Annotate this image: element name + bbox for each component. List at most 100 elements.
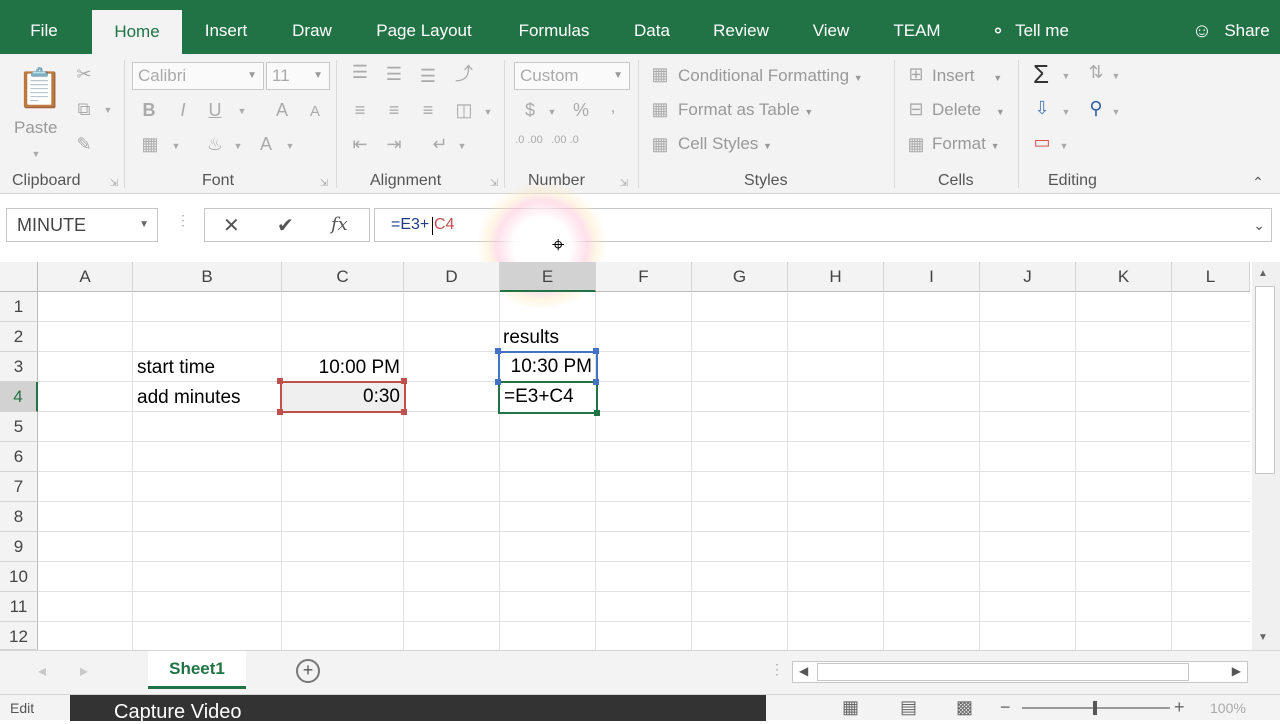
prev-sheet-icon[interactable]: ◂ <box>38 661 46 681</box>
fill-dropdown-icon[interactable]: ▼ <box>1060 102 1072 122</box>
number-format-combo[interactable]: Custom ▼ <box>514 62 630 90</box>
paste-button[interactable]: Paste <box>14 118 57 138</box>
underline-button[interactable]: U <box>206 100 224 120</box>
column-header-g[interactable]: G <box>692 262 788 292</box>
bold-button[interactable]: B <box>140 100 158 120</box>
tab-data[interactable]: Data <box>626 0 678 54</box>
tab-insert[interactable]: Insert <box>194 0 258 54</box>
number-launcher-icon[interactable]: ⇲ <box>618 174 630 194</box>
tab-review[interactable]: Review <box>704 0 778 54</box>
font-size-combo[interactable]: 11 ▼ <box>266 62 330 90</box>
sheet-tab-sheet1[interactable]: Sheet1 <box>148 651 246 689</box>
worksheet-grid[interactable]: A B C D E F G H I J K L 1 2 3 4 5 6 7 8 … <box>0 262 1250 650</box>
cut-icon[interactable]: ✂ <box>72 64 96 84</box>
decrease-indent-icon[interactable]: ⇤ <box>348 134 372 154</box>
font-color-button[interactable]: A <box>256 134 276 154</box>
add-sheet-icon[interactable]: + <box>296 659 320 683</box>
cell-b3[interactable]: start time <box>137 353 215 383</box>
format-painter-icon[interactable]: ✎ <box>72 134 96 154</box>
align-right-icon[interactable]: ≡ <box>416 100 440 120</box>
row-header-5[interactable]: 5 <box>0 412 38 442</box>
column-header-h[interactable]: H <box>788 262 884 292</box>
paste-icon[interactable]: 📋 <box>16 66 63 112</box>
scroll-thumb[interactable] <box>1255 286 1275 474</box>
column-header-b[interactable]: B <box>133 262 282 292</box>
range-handle[interactable] <box>277 409 283 415</box>
range-handle[interactable] <box>401 378 407 384</box>
row-header-12[interactable]: 12 <box>0 622 38 650</box>
vertical-scrollbar[interactable]: ▲ ▼ <box>1252 262 1280 650</box>
decrease-decimal-button[interactable]: .00 .0 <box>550 134 580 146</box>
cell-c4[interactable]: 0:30 <box>280 381 406 413</box>
cell-e4-active[interactable]: =E3+C4 <box>498 381 598 414</box>
format-as-table-button[interactable]: Format as Table ▼ <box>678 100 813 120</box>
font-color-dropdown-icon[interactable]: ▼ <box>284 136 296 156</box>
fill-color-dropdown-icon[interactable]: ▼ <box>232 136 244 156</box>
range-handle[interactable] <box>593 348 599 354</box>
find-select-icon[interactable]: ⚲ <box>1084 98 1108 118</box>
copy-dropdown-icon[interactable]: ▼ <box>102 100 114 120</box>
range-handle[interactable] <box>495 379 501 385</box>
merge-dropdown-icon[interactable]: ▼ <box>482 102 494 122</box>
clipboard-launcher-icon[interactable]: ⇲ <box>108 174 120 194</box>
tab-file[interactable]: File <box>14 0 74 54</box>
column-header-e[interactable]: E <box>500 262 596 292</box>
tab-page-layout[interactable]: Page Layout <box>366 0 482 54</box>
bottom-align-icon[interactable]: ☰ <box>416 66 440 86</box>
column-header-c[interactable]: C <box>282 262 404 292</box>
shrink-font-button[interactable]: A <box>306 102 324 122</box>
scroll-thumb[interactable] <box>817 663 1189 681</box>
sort-dropdown-icon[interactable]: ▼ <box>1110 66 1122 86</box>
fill-handle[interactable] <box>594 410 600 416</box>
row-header-8[interactable]: 8 <box>0 502 38 532</box>
column-header-k[interactable]: K <box>1076 262 1172 292</box>
autosum-icon[interactable]: Σ <box>1028 60 1054 88</box>
horizontal-scrollbar[interactable]: ◀ ▶ <box>792 661 1248 683</box>
row-header-6[interactable]: 6 <box>0 442 38 472</box>
chevron-down-icon[interactable]: ▼ <box>139 219 149 230</box>
align-center-icon[interactable]: ≡ <box>382 100 406 120</box>
insert-function-button[interactable]: fx <box>331 214 348 235</box>
sort-filter-icon[interactable]: ⇅ <box>1084 62 1108 82</box>
currency-button[interactable]: $ <box>520 100 540 120</box>
page-layout-view-icon[interactable]: ▤ <box>900 697 917 718</box>
tab-draw[interactable]: Draw <box>282 0 342 54</box>
scroll-right-icon[interactable]: ▶ <box>1232 664 1241 678</box>
range-handle[interactable] <box>593 379 599 385</box>
row-header-1[interactable]: 1 <box>0 292 38 322</box>
cell-c3[interactable]: 10:00 PM <box>282 353 400 383</box>
cell-styles-button[interactable]: Cell Styles ▼ <box>678 134 772 154</box>
clear-dropdown-icon[interactable]: ▼ <box>1058 136 1070 156</box>
range-handle[interactable] <box>495 348 501 354</box>
tab-home[interactable]: Home <box>92 10 182 54</box>
orientation-icon[interactable]: ⤴ <box>452 64 476 84</box>
tell-me-box[interactable]: Tell me <box>1010 0 1074 54</box>
collapse-ribbon-icon[interactable]: ⌃ <box>1250 172 1266 192</box>
select-all-corner[interactable] <box>0 262 38 292</box>
autosum-dropdown-icon[interactable]: ▼ <box>1060 66 1072 86</box>
borders-dropdown-icon[interactable]: ▼ <box>170 136 182 156</box>
column-header-f[interactable]: F <box>596 262 692 292</box>
fill-down-icon[interactable]: ⇩ <box>1030 98 1054 118</box>
scroll-up-icon[interactable]: ▲ <box>1258 268 1268 279</box>
increase-indent-icon[interactable]: ⇥ <box>382 134 406 154</box>
find-dropdown-icon[interactable]: ▼ <box>1110 102 1122 122</box>
format-cells-button[interactable]: Format ▼ <box>932 134 1000 154</box>
increase-decimal-button[interactable]: .0 .00 <box>514 134 544 146</box>
column-header-i[interactable]: I <box>884 262 980 292</box>
row-header-11[interactable]: 11 <box>0 592 38 622</box>
scroll-down-icon[interactable]: ▼ <box>1258 632 1268 643</box>
enter-checkmark-icon[interactable]: ✔ <box>277 213 294 238</box>
column-header-d[interactable]: D <box>404 262 500 292</box>
wrap-text-icon[interactable]: ↵ <box>428 134 452 154</box>
grow-font-button[interactable]: A <box>272 100 292 120</box>
range-handle[interactable] <box>277 378 283 384</box>
paste-dropdown-icon[interactable]: ▼ <box>30 144 42 164</box>
row-header-10[interactable]: 10 <box>0 562 38 592</box>
alignment-launcher-icon[interactable]: ⇲ <box>488 174 500 194</box>
range-handle[interactable] <box>401 409 407 415</box>
drag-handle-icon[interactable]: ⋮ <box>770 661 784 678</box>
normal-view-icon[interactable]: ▦ <box>842 697 859 718</box>
wrap-dropdown-icon[interactable]: ▼ <box>456 136 468 156</box>
cancel-icon[interactable]: ✕ <box>223 213 240 238</box>
